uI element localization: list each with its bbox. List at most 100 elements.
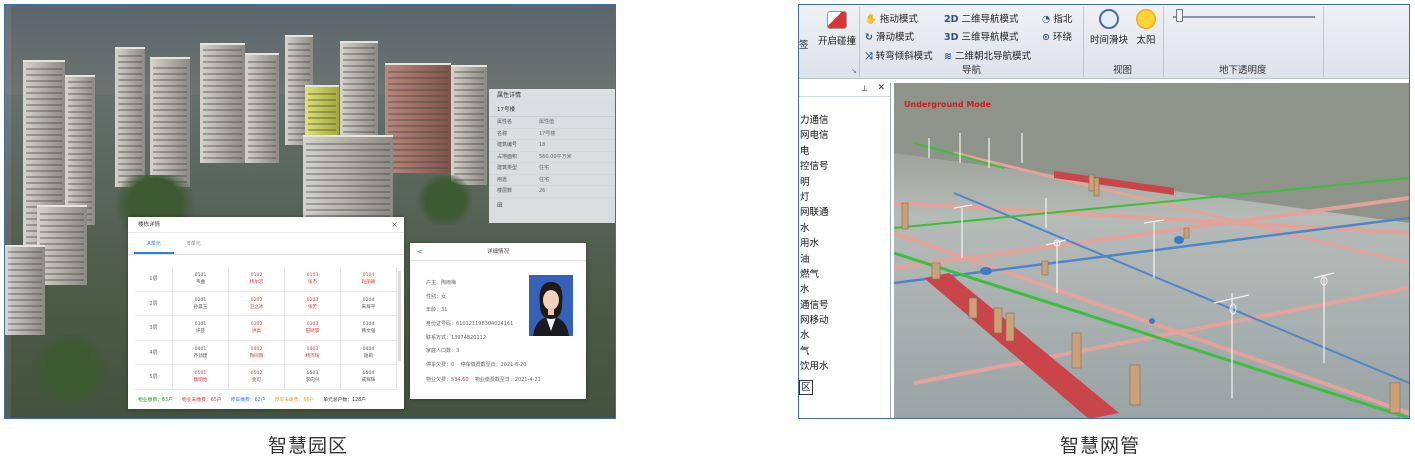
building[interactable] bbox=[200, 43, 245, 163]
slider-thumb[interactable] bbox=[1175, 9, 1183, 22]
slide-mode-button[interactable]: ↻ 滑动模式 bbox=[865, 29, 914, 43]
building[interactable] bbox=[5, 245, 45, 335]
building[interactable] bbox=[385, 63, 451, 173]
unit-cell[interactable]: 0102 杨尔恋 bbox=[229, 267, 285, 291]
resident-field: 身份证号码：610121198304024161 bbox=[426, 321, 514, 327]
sign-button[interactable]: 签 bbox=[799, 37, 809, 51]
scrollbar[interactable] bbox=[398, 271, 401, 361]
layer-item[interactable]: 用水 bbox=[799, 236, 890, 251]
nav-north-button[interactable]: ≋ 二维朝北导航模式 bbox=[944, 48, 1031, 62]
floor-row: 1层 0101 韦曲 0102 杨尔恋 0103 张杰 0104 赵丽颖 bbox=[135, 267, 397, 292]
unit-cell[interactable]: 0201 孙晨玉 bbox=[173, 291, 229, 315]
building[interactable] bbox=[451, 65, 487, 185]
unit-cell[interactable]: 0502 金可 bbox=[229, 365, 285, 389]
layer-item[interactable]: 水 bbox=[799, 328, 890, 343]
floor-row: 2层 0201 孙晨玉 0202 卫之冰 0203 张芳 0204 朱辉平 bbox=[135, 291, 397, 316]
unit-number: 0402 bbox=[250, 346, 263, 352]
compass-button[interactable]: ◔ 指北 bbox=[1042, 11, 1072, 25]
unit-owner: 韩文强 bbox=[361, 329, 376, 334]
orbit-button[interactable]: ⊙ 环绕 bbox=[1042, 29, 1072, 43]
unit-cell[interactable]: 0103 张杰 bbox=[285, 267, 341, 291]
scrollbar[interactable] bbox=[5, 5, 11, 418]
caption-right: 智慧网管 bbox=[1060, 435, 1141, 457]
unit-owner: 韦曲 bbox=[195, 280, 206, 285]
close-icon[interactable]: ✕ bbox=[877, 83, 885, 93]
tab-unit-b[interactable]: B单元 bbox=[174, 233, 214, 254]
modal-title: 楼栋详情 bbox=[138, 222, 161, 228]
unit-cell[interactable]: 0401 齐劲建 bbox=[173, 340, 229, 364]
unit-owner: 魏明怡 bbox=[193, 378, 208, 383]
unit-owner: 田晓寰 bbox=[305, 329, 320, 334]
unit-cell[interactable]: 0402 陶鸣雨 bbox=[229, 340, 285, 364]
table-icon[interactable]: ⊞ bbox=[489, 198, 615, 212]
tab-unit-a[interactable]: A单元 bbox=[134, 233, 174, 254]
layer-item[interactable]: 控信号 bbox=[799, 159, 890, 174]
layer-item[interactable]: 网联通 bbox=[799, 205, 890, 220]
unit-number: 0401 bbox=[194, 346, 207, 352]
floor-row: 5层 0501 魏明怡 0502 金可 0503 李向兴 0504 成辉辉 bbox=[135, 365, 397, 390]
building[interactable] bbox=[115, 47, 145, 187]
building[interactable] bbox=[65, 75, 95, 225]
unit-cell[interactable]: 0303 田晓寰 bbox=[285, 316, 341, 340]
layer-item[interactable]: 气 bbox=[799, 344, 890, 359]
layer-item[interactable]: 网电信 bbox=[799, 128, 890, 143]
unit-cell[interactable]: 0304 韩文强 bbox=[341, 316, 397, 340]
layer-item[interactable]: 水 bbox=[799, 221, 890, 236]
unit-cell[interactable]: 0202 卫之冰 bbox=[229, 291, 285, 315]
unit-number: 0204 bbox=[362, 297, 375, 303]
layer-item[interactable]: 油 bbox=[799, 252, 890, 267]
underground-3d-view[interactable]: Underground Mode bbox=[894, 83, 1409, 418]
building[interactable] bbox=[245, 53, 279, 163]
legend-item: 停车缴费：62户 bbox=[230, 398, 266, 403]
layer-item[interactable]: 电 bbox=[799, 144, 890, 159]
nav-2d-button[interactable]: 2D 二维导航模式 bbox=[944, 11, 1019, 25]
expand-icon[interactable]: ↘ bbox=[851, 67, 857, 75]
unit-cell[interactable]: 0204 朱辉平 bbox=[341, 291, 397, 315]
unit-cell[interactable]: 0404 陆莉 bbox=[341, 340, 397, 364]
building[interactable] bbox=[150, 57, 190, 187]
unit-cell[interactable]: 0104 赵丽颖 bbox=[341, 267, 397, 291]
layer-item[interactable]: 饮用水 bbox=[799, 359, 890, 374]
unit-number: 0503 bbox=[306, 371, 319, 376]
pin-icon[interactable]: ⊥ bbox=[861, 84, 868, 93]
unit-number: 0301 bbox=[194, 322, 207, 327]
unit-owner: 陆莉 bbox=[363, 353, 374, 359]
unit-cell[interactable]: 0203 张芳 bbox=[285, 291, 341, 315]
unit-cell[interactable]: 0501 魏明怡 bbox=[173, 365, 229, 389]
unit-number: 0502 bbox=[250, 371, 263, 376]
time-slider-button[interactable]: 时间滑块 bbox=[1087, 9, 1131, 46]
unit-cell[interactable]: 0403 杨杰辉 bbox=[285, 340, 341, 364]
unit-owner: 朱辉平 bbox=[361, 304, 376, 310]
unit-owner: 孙晨玉 bbox=[193, 304, 208, 310]
layer-item[interactable]: 区 bbox=[799, 379, 813, 396]
resident-field: 联系方式：13974820112 bbox=[426, 335, 487, 341]
layer-item[interactable]: 灯 bbox=[799, 190, 890, 205]
layer-item[interactable]: 通信号 bbox=[799, 298, 890, 313]
layer-item[interactable]: 燃气 bbox=[799, 267, 890, 282]
collision-button[interactable]: 开启碰撞 bbox=[815, 11, 859, 47]
clock-icon bbox=[1099, 9, 1119, 29]
unit-cell[interactable]: 0504 成辉辉 bbox=[341, 365, 397, 389]
back-icon[interactable]: < bbox=[417, 243, 423, 261]
unit-cell[interactable]: 0302 洪高 bbox=[229, 316, 285, 340]
smart-park-scene[interactable]: 属性详情 17号楼 属性名 属性值 名称 17号楼 建筑编号 18 占地面积 560.0… bbox=[4, 4, 616, 419]
close-icon[interactable]: × bbox=[391, 217, 398, 233]
unit-number: 0303 bbox=[306, 322, 319, 327]
layer-item[interactable]: 力通信 bbox=[799, 113, 890, 128]
transparency-slider[interactable] bbox=[1173, 16, 1315, 18]
layer-item[interactable]: 网移动 bbox=[799, 313, 890, 328]
unit-cell[interactable]: 0503 李向兴 bbox=[285, 365, 341, 389]
unit-number: 0404 bbox=[362, 346, 375, 352]
attribute-panel-title: 属性详情 bbox=[497, 92, 522, 99]
drag-mode-button[interactable]: ✋ 拖动模式 bbox=[865, 11, 918, 25]
layer-item[interactable]: 明 bbox=[799, 175, 890, 190]
tilt-mode-button[interactable]: ⤨ 转弯倾斜模式 bbox=[865, 48, 933, 62]
hand-icon: ✋ bbox=[865, 14, 877, 25]
resident-detail-modal: < 详细情况 户主：陶雨梅 性别：女 年龄：31 身份证号码：610121198304… bbox=[410, 243, 586, 399]
layer-item[interactable]: 水 bbox=[799, 282, 890, 297]
separator bbox=[859, 7, 860, 77]
nav-3d-button[interactable]: 3D 三维导航模式 bbox=[944, 29, 1019, 43]
unit-cell[interactable]: 0301 许芸 bbox=[173, 316, 229, 340]
unit-cell[interactable]: 0101 韦曲 bbox=[173, 267, 229, 291]
sun-button[interactable]: 太阳 bbox=[1133, 9, 1159, 46]
